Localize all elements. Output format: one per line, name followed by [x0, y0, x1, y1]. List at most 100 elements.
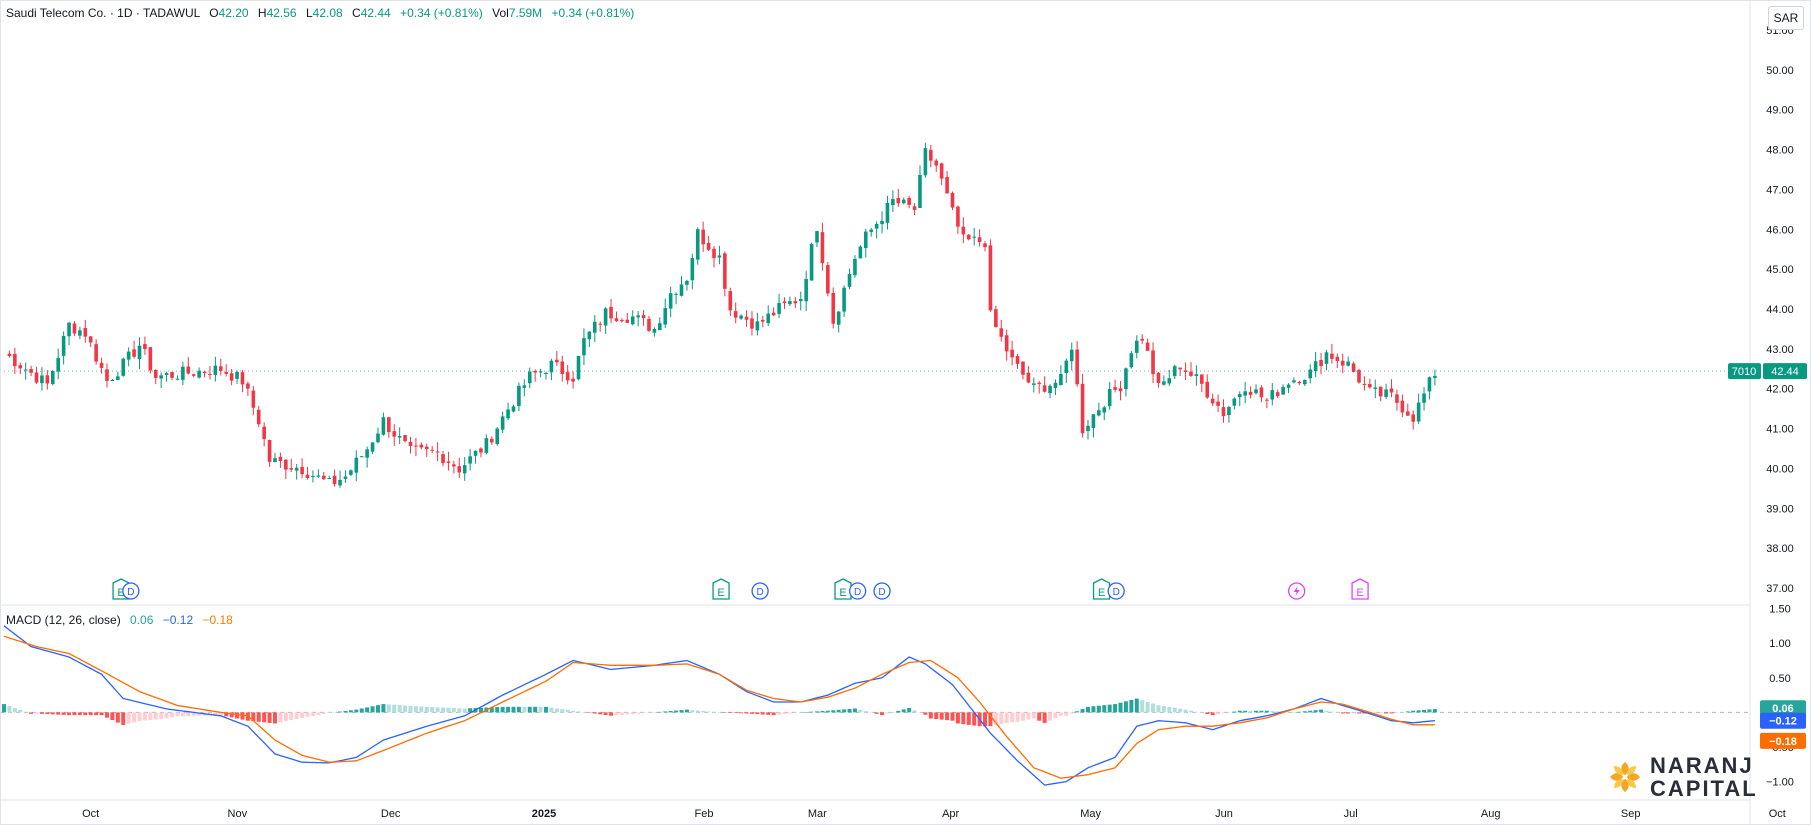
- candle-body: [45, 375, 50, 384]
- candle-body: [1265, 399, 1269, 401]
- candle-body: [175, 378, 180, 380]
- candle-body: [1433, 375, 1437, 378]
- macd-histogram-bar: [1113, 704, 1118, 713]
- chart-canvas[interactable]: 7010 42.44 37.00 38.00 39.00 40.00 41.00 42.00 4…: [0, 0, 1811, 825]
- macd-histogram-bar: [186, 712, 191, 716]
- change-value: +0.34 (+0.81%): [400, 6, 483, 20]
- candle-body: [23, 369, 28, 371]
- candle-body: [766, 313, 771, 324]
- candle-body: [912, 206, 917, 210]
- candle-body: [1270, 390, 1275, 400]
- candle-body: [40, 375, 44, 384]
- macd-histogram-bar: [1259, 710, 1264, 713]
- candle-body: [1151, 350, 1155, 375]
- candle-body: [1194, 374, 1199, 377]
- candle-body: [219, 366, 223, 371]
- macd-histogram-bar: [1248, 710, 1253, 713]
- macd-histogram-bar: [815, 711, 819, 713]
- macd-histogram-bar: [852, 708, 857, 713]
- candle-body: [13, 353, 17, 367]
- macd-histogram-bar: [869, 712, 874, 713]
- candle-body: [1368, 383, 1372, 388]
- candle-body: [896, 198, 901, 204]
- macd-histogram-bar: [587, 712, 592, 713]
- macd-histogram-bar: [1286, 712, 1291, 713]
- macd-histogram-bar: [1031, 712, 1036, 719]
- candle-body: [733, 311, 738, 318]
- low-label: L: [305, 6, 313, 20]
- candle-body: [923, 148, 928, 176]
- candle-body: [213, 365, 218, 375]
- candle-body: [1102, 407, 1107, 413]
- time-tick-label: Jun: [1215, 808, 1233, 820]
- time-tick-label: Oct: [1769, 808, 1786, 820]
- candle-body: [110, 379, 115, 381]
- candle-body: [674, 293, 678, 295]
- logo-line-2: CAPITAL: [1650, 776, 1758, 801]
- macd-histogram-bar: [77, 712, 82, 716]
- candle-body: [1004, 335, 1009, 352]
- macd-histogram-bar: [923, 712, 928, 715]
- candle-body: [256, 409, 261, 425]
- macd-histogram-bar: [760, 712, 765, 715]
- macd-histogram-bar: [104, 712, 109, 718]
- candle-body: [1319, 359, 1323, 367]
- candle-body: [771, 312, 776, 316]
- macd-histogram-bar: [766, 712, 771, 715]
- macd-histogram-bar: [636, 712, 641, 714]
- candle-body: [94, 344, 98, 362]
- logo-line-1: NARANJ: [1650, 753, 1754, 778]
- macd-histogram-bar: [1243, 710, 1248, 713]
- macd-histogram-bar: [912, 710, 917, 713]
- macd-histogram-bar: [733, 712, 738, 714]
- candle-body: [1042, 385, 1047, 392]
- macd-histogram-bar: [39, 712, 44, 714]
- dividend-marker-label: D: [854, 587, 861, 598]
- macd-histogram-bar: [614, 712, 619, 716]
- candle-body: [663, 308, 668, 325]
- candle-body: [755, 321, 760, 331]
- candle-body: [365, 449, 369, 458]
- macd-histogram-bar: [928, 712, 933, 719]
- macd-histogram-bar: [1102, 705, 1107, 713]
- candle-body: [1200, 374, 1204, 384]
- macd-histogram-bar: [603, 712, 608, 715]
- candle-body: [815, 231, 819, 243]
- symbol-title[interactable]: Saudi Telecom Co. · 1D · TADAWUL: [6, 6, 200, 20]
- candle-body: [934, 160, 939, 166]
- macd-histogram-bar: [408, 705, 413, 713]
- open-value: 42.20: [218, 6, 249, 20]
- events: EDEDEDDEDE: [112, 578, 1369, 600]
- candle-body: [500, 416, 505, 430]
- macd-title[interactable]: MACD (12, 26, close): [6, 613, 121, 627]
- candle-body: [408, 441, 413, 446]
- candle-body: [1032, 383, 1036, 385]
- candle-body: [1118, 388, 1123, 392]
- candle-body: [1059, 373, 1063, 386]
- macd-histogram-bar: [115, 712, 120, 723]
- candle-body: [1351, 363, 1356, 372]
- candle-body: [560, 361, 565, 375]
- macd-histogram-bar: [771, 712, 776, 716]
- candle-body: [7, 353, 12, 356]
- candle-body: [78, 330, 82, 336]
- macd-histogram-bar: [1427, 709, 1432, 713]
- macd-histogram-bar: [1329, 711, 1334, 713]
- candle-body: [1205, 381, 1210, 398]
- macd-histogram-bar: [1091, 706, 1096, 713]
- candle-body: [793, 301, 798, 304]
- candle-body: [1221, 407, 1226, 417]
- candle-body: [370, 442, 375, 452]
- price-tick-label: 48.00: [1766, 145, 1794, 157]
- candle-body: [284, 459, 288, 470]
- candle-body: [1416, 402, 1421, 422]
- close-value: 42.44: [360, 6, 391, 20]
- candle-body: [197, 370, 201, 378]
- macd-histogram-bar: [744, 712, 749, 714]
- macd-histogram-bar: [934, 712, 939, 720]
- candle-body: [1237, 394, 1242, 398]
- macd-histogram-bar: [538, 706, 543, 713]
- macd-histogram-bar: [1188, 710, 1193, 713]
- candle-body: [1335, 356, 1340, 361]
- currency-button[interactable]: SAR: [1768, 6, 1804, 30]
